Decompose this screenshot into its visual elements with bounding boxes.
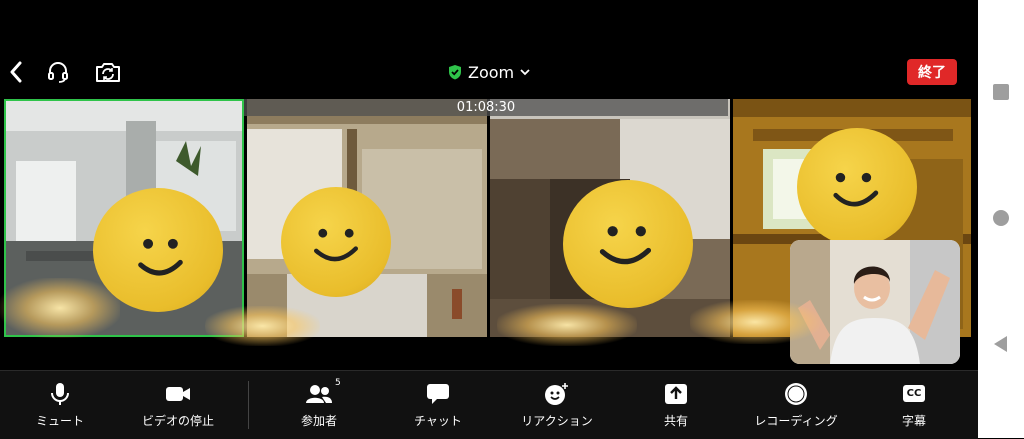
sparkler-effect xyxy=(0,278,120,338)
mute-button[interactable]: ミュート xyxy=(15,371,105,439)
captions-button[interactable]: CC 字幕 xyxy=(869,371,959,439)
meeting-controls-toolbar: ミュート ビデオの停止 5 参加者 チャット リアクション 共有 レコーディング… xyxy=(0,370,978,439)
captions-icon: CC xyxy=(902,382,926,406)
back-button[interactable] xyxy=(4,52,28,92)
record-button[interactable]: レコーディング xyxy=(751,371,841,439)
video-camera-icon xyxy=(165,382,191,406)
home-button[interactable] xyxy=(993,210,1009,226)
chevron-down-icon xyxy=(520,69,530,76)
zoom-meeting-screen: Zoom 終了 01:08:30 ミュート ビデオの停止 5 参加者 チャット … xyxy=(0,0,978,439)
shield-check-icon xyxy=(449,65,461,80)
smiley-face-sticker xyxy=(563,180,693,308)
chat-icon xyxy=(426,382,450,406)
stop-video-button[interactable]: ビデオの停止 xyxy=(133,371,223,439)
meeting-title: Zoom xyxy=(468,62,515,82)
share-button[interactable]: 共有 xyxy=(631,371,721,439)
self-view-video[interactable] xyxy=(790,240,960,364)
participants-button[interactable]: 5 参加者 xyxy=(274,371,364,439)
record-icon xyxy=(784,382,808,406)
self-view-person xyxy=(790,240,960,364)
record-label: レコーディング xyxy=(754,413,838,428)
switch-camera-button[interactable] xyxy=(92,52,124,92)
switch-camera-icon xyxy=(96,63,120,82)
smiley-face-sticker xyxy=(797,128,917,246)
smiley-face-sticker xyxy=(281,187,391,297)
chat-button[interactable]: チャット xyxy=(393,371,483,439)
recents-button[interactable] xyxy=(993,84,1009,100)
meeting-title-dropdown[interactable]: Zoom xyxy=(448,60,530,84)
sparkler-effect xyxy=(690,300,820,344)
reaction-icon xyxy=(544,382,570,406)
headset-icon xyxy=(48,62,68,83)
chevron-left-icon xyxy=(10,61,22,83)
stop-video-label: ビデオの停止 xyxy=(141,413,214,428)
chat-label: チャット xyxy=(414,413,462,428)
participants-label: 参加者 xyxy=(300,413,337,428)
mute-label: ミュート xyxy=(35,413,84,428)
reactions-button[interactable]: リアクション xyxy=(512,371,602,439)
system-back-button[interactable] xyxy=(994,336,1007,352)
smiley-icon xyxy=(599,226,652,265)
smiley-icon xyxy=(833,172,879,207)
participants-icon: 5 xyxy=(305,378,341,406)
microphone-icon xyxy=(50,382,70,406)
share-icon xyxy=(664,382,688,406)
toolbar-divider xyxy=(248,381,249,429)
sparkler-effect xyxy=(497,304,637,346)
participants-count-badge: 5 xyxy=(335,377,341,388)
share-label: 共有 xyxy=(663,413,688,428)
audio-button[interactable] xyxy=(42,52,74,92)
sparkler-effect xyxy=(205,306,320,346)
captions-icon-text: CC xyxy=(902,385,926,402)
smiley-icon xyxy=(314,228,358,262)
end-meeting-button[interactable]: 終了 xyxy=(907,59,957,85)
meeting-top-bar: Zoom 終了 xyxy=(0,52,978,92)
android-navigation-bar xyxy=(978,0,1024,438)
reactions-label: リアクション xyxy=(521,413,593,428)
captions-label: 字幕 xyxy=(901,413,926,428)
meeting-timer: 01:08:30 xyxy=(244,99,728,116)
